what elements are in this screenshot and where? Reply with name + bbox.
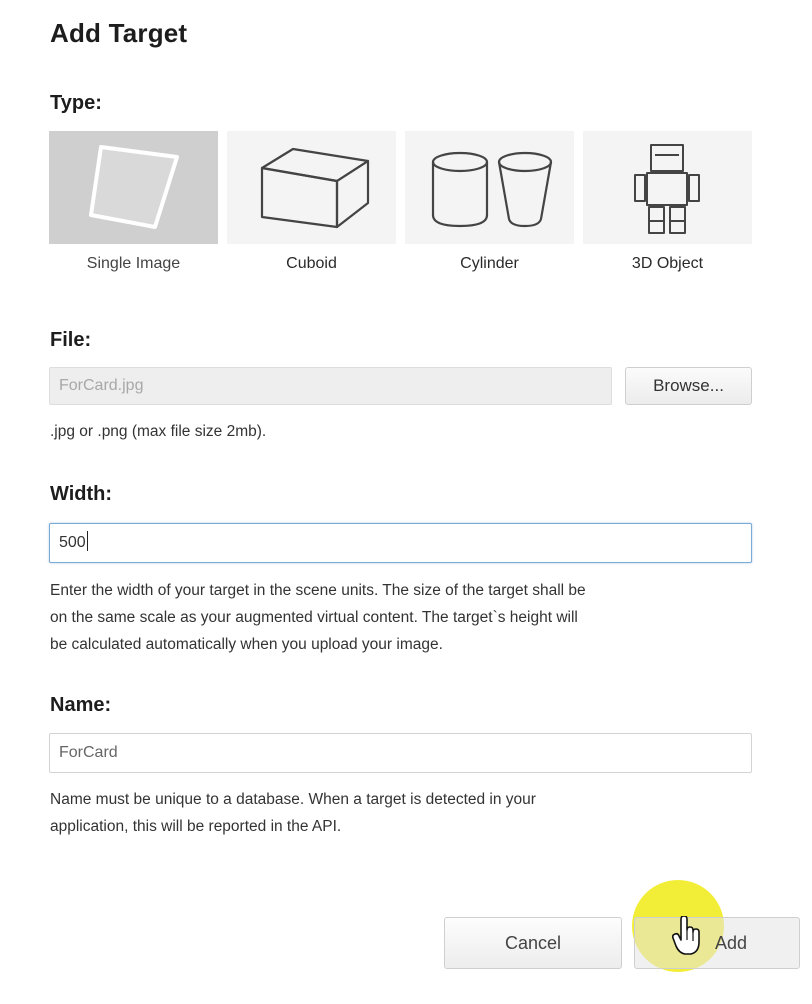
file-hint: .jpg or .png (max file size 2mb). <box>50 423 267 440</box>
add-button[interactable]: Add <box>634 917 800 969</box>
type-option-label: Cuboid <box>286 255 337 272</box>
add-button-label: Add <box>714 933 748 953</box>
type-option-single-image[interactable]: Single Image <box>49 131 218 281</box>
name-hint-line: application, this will be reported in th… <box>50 818 342 835</box>
type-option-label: 3D Object <box>631 255 704 272</box>
cancel-button[interactable]: Cancel <box>444 917 622 969</box>
width-hint-line: Enter the width of your target in the sc… <box>50 582 586 599</box>
text-caret <box>86 531 88 552</box>
file-label: File: <box>50 329 92 351</box>
width-hint-line: on the same scale as your augmented virt… <box>50 609 578 626</box>
single-image-icon <box>89 145 179 229</box>
width-value: 500 <box>59 534 86 551</box>
cuboid-icon <box>260 147 370 229</box>
width-label: Width: <box>50 483 113 505</box>
target-type-selector: Single Image Cuboid Cylinder 3D Object <box>49 131 752 281</box>
name-label: Name: <box>50 694 112 716</box>
type-option-3d-object[interactable]: 3D Object <box>583 131 752 281</box>
type-option-cylinder[interactable]: Cylinder <box>405 131 574 281</box>
type-option-label: Cylinder <box>460 255 519 272</box>
cylinder-icon <box>431 151 553 228</box>
name-hint: Name must be unique to a database. When … <box>50 786 536 840</box>
name-hint-line: Name must be unique to a database. When … <box>50 791 536 808</box>
dialog-title: Add Target <box>50 18 188 48</box>
width-hint-line: be calculated automatically when you upl… <box>50 636 443 653</box>
width-input[interactable]: 500 <box>49 523 752 563</box>
type-option-cuboid[interactable]: Cuboid <box>227 131 396 281</box>
browse-button[interactable]: Browse... <box>625 367 752 405</box>
name-input[interactable]: ForCard <box>49 733 752 773</box>
width-hint: Enter the width of your target in the sc… <box>50 577 586 658</box>
3d-object-icon <box>634 144 700 234</box>
type-label: Type: <box>50 92 102 114</box>
type-option-label: Single Image <box>86 255 181 272</box>
file-path-field[interactable]: ForCard.jpg <box>49 367 612 405</box>
